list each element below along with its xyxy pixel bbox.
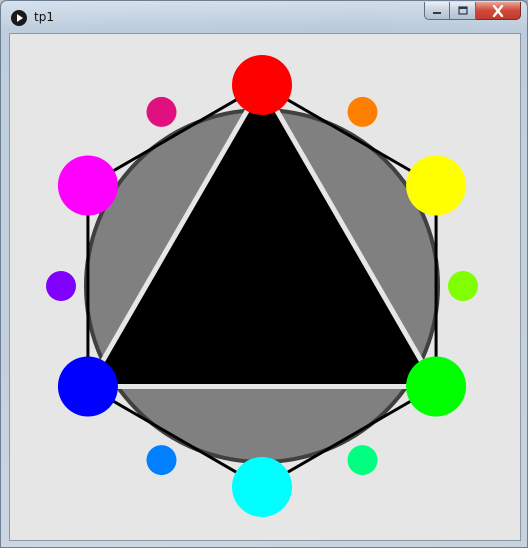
swatch-azure[interactable] — [146, 445, 177, 476]
swatch-orange[interactable] — [347, 96, 378, 127]
minimize-button[interactable] — [424, 2, 450, 20]
window-title: tp1 — [34, 10, 54, 24]
app-window: tp1 — [0, 0, 528, 548]
play-icon — [17, 14, 23, 22]
swatch-spring-green[interactable] — [347, 445, 378, 476]
swatch-yellow[interactable] — [406, 155, 467, 216]
swatch-red[interactable] — [232, 55, 292, 115]
swatch-rose[interactable] — [146, 96, 177, 127]
maximize-button[interactable] — [450, 2, 476, 20]
swatch-magenta[interactable] — [57, 155, 118, 216]
maximize-icon — [457, 5, 468, 15]
minimize-icon — [433, 11, 441, 14]
swatch-violet[interactable] — [46, 271, 76, 301]
swatch-cyan[interactable] — [232, 457, 292, 517]
swatch-chartreuse[interactable] — [448, 271, 478, 301]
swatch-green[interactable] — [406, 356, 467, 417]
sketch-canvas[interactable] — [9, 33, 521, 541]
title-bar[interactable]: tp1 — [1, 1, 527, 31]
app-icon[interactable] — [11, 10, 27, 26]
close-button[interactable] — [476, 2, 521, 20]
close-icon — [492, 4, 504, 17]
caption-buttons — [424, 2, 521, 22]
swatch-blue[interactable] — [57, 356, 118, 417]
color-wheel-drawing — [46, 55, 478, 517]
